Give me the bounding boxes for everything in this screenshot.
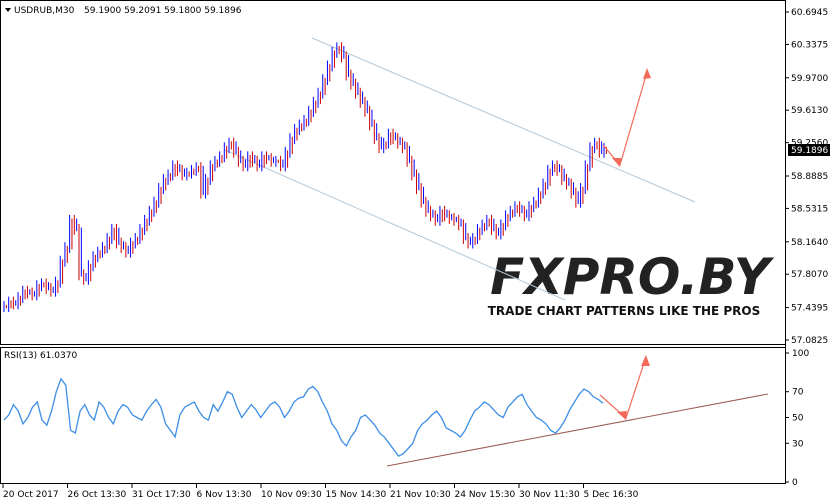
trading-chart[interactable]: USDRUB,M30 59.1900 59.2091 59.1800 59.18… bbox=[0, 0, 831, 504]
rsi-axis: 100 70 50 30 0 bbox=[785, 349, 809, 488]
time-axis: 20 Oct 2017 26 Oct 13:30 31 Oct 17:30 6 Nov… bbox=[2, 484, 639, 500]
rsi-header: RSI(13) 61.0370 bbox=[4, 351, 77, 361]
time-tick-label: 26 Oct 13:30 bbox=[68, 490, 127, 500]
time-tick-label: 15 Nov 14:30 bbox=[326, 490, 387, 500]
price-tick-label: 57.8070 bbox=[791, 270, 828, 280]
rsi-tick-label: 70 bbox=[792, 388, 804, 398]
price-tick-label: 58.5315 bbox=[791, 204, 828, 214]
price-tick-label: 58.8885 bbox=[791, 172, 828, 182]
ohlc-readout: 59.1900 59.2091 59.1800 59.1896 bbox=[84, 6, 242, 16]
watermark-tagline: TRADE CHART PATTERNS LIKE THE PROS bbox=[488, 304, 761, 318]
price-tick-label: 59.9700 bbox=[791, 74, 828, 84]
time-tick-label: 31 Oct 17:30 bbox=[132, 490, 191, 500]
price-tick-label: 57.0825 bbox=[791, 336, 828, 346]
time-tick-label: 6 Nov 13:30 bbox=[197, 490, 252, 500]
time-tick-label: 5 Dec 16:30 bbox=[584, 490, 639, 500]
rsi-tick-label: 0 bbox=[792, 478, 798, 488]
time-tick-label: 30 Nov 11:30 bbox=[519, 490, 580, 500]
price-tick-label: 58.1640 bbox=[791, 238, 828, 248]
price-tick-label: 60.3375 bbox=[791, 40, 828, 50]
rsi-pane[interactable] bbox=[0, 347, 786, 484]
rsi-tick-label: 50 bbox=[792, 414, 804, 424]
time-tick-label: 10 Nov 09:30 bbox=[261, 490, 322, 500]
watermark-brand: FXPRO.BY bbox=[490, 248, 775, 306]
price-tick-label: 60.6945 bbox=[791, 8, 828, 18]
price-tick-label: 57.4395 bbox=[791, 304, 828, 314]
rsi-tick-label: 30 bbox=[792, 439, 804, 449]
rsi-tick-label: 100 bbox=[792, 349, 809, 359]
price-axis: 60.694560.337559.970059.613059.256058.88… bbox=[785, 8, 828, 346]
current-price-text: 59.1896 bbox=[791, 146, 828, 156]
time-tick-label: 21 Nov 10:30 bbox=[390, 490, 451, 500]
price-tick-label: 59.6130 bbox=[791, 106, 828, 116]
symbol-label: USDRUB,M30 bbox=[14, 6, 75, 16]
time-tick-label: 20 Oct 2017 bbox=[3, 490, 59, 500]
time-tick-label: 24 Nov 15:30 bbox=[455, 490, 516, 500]
